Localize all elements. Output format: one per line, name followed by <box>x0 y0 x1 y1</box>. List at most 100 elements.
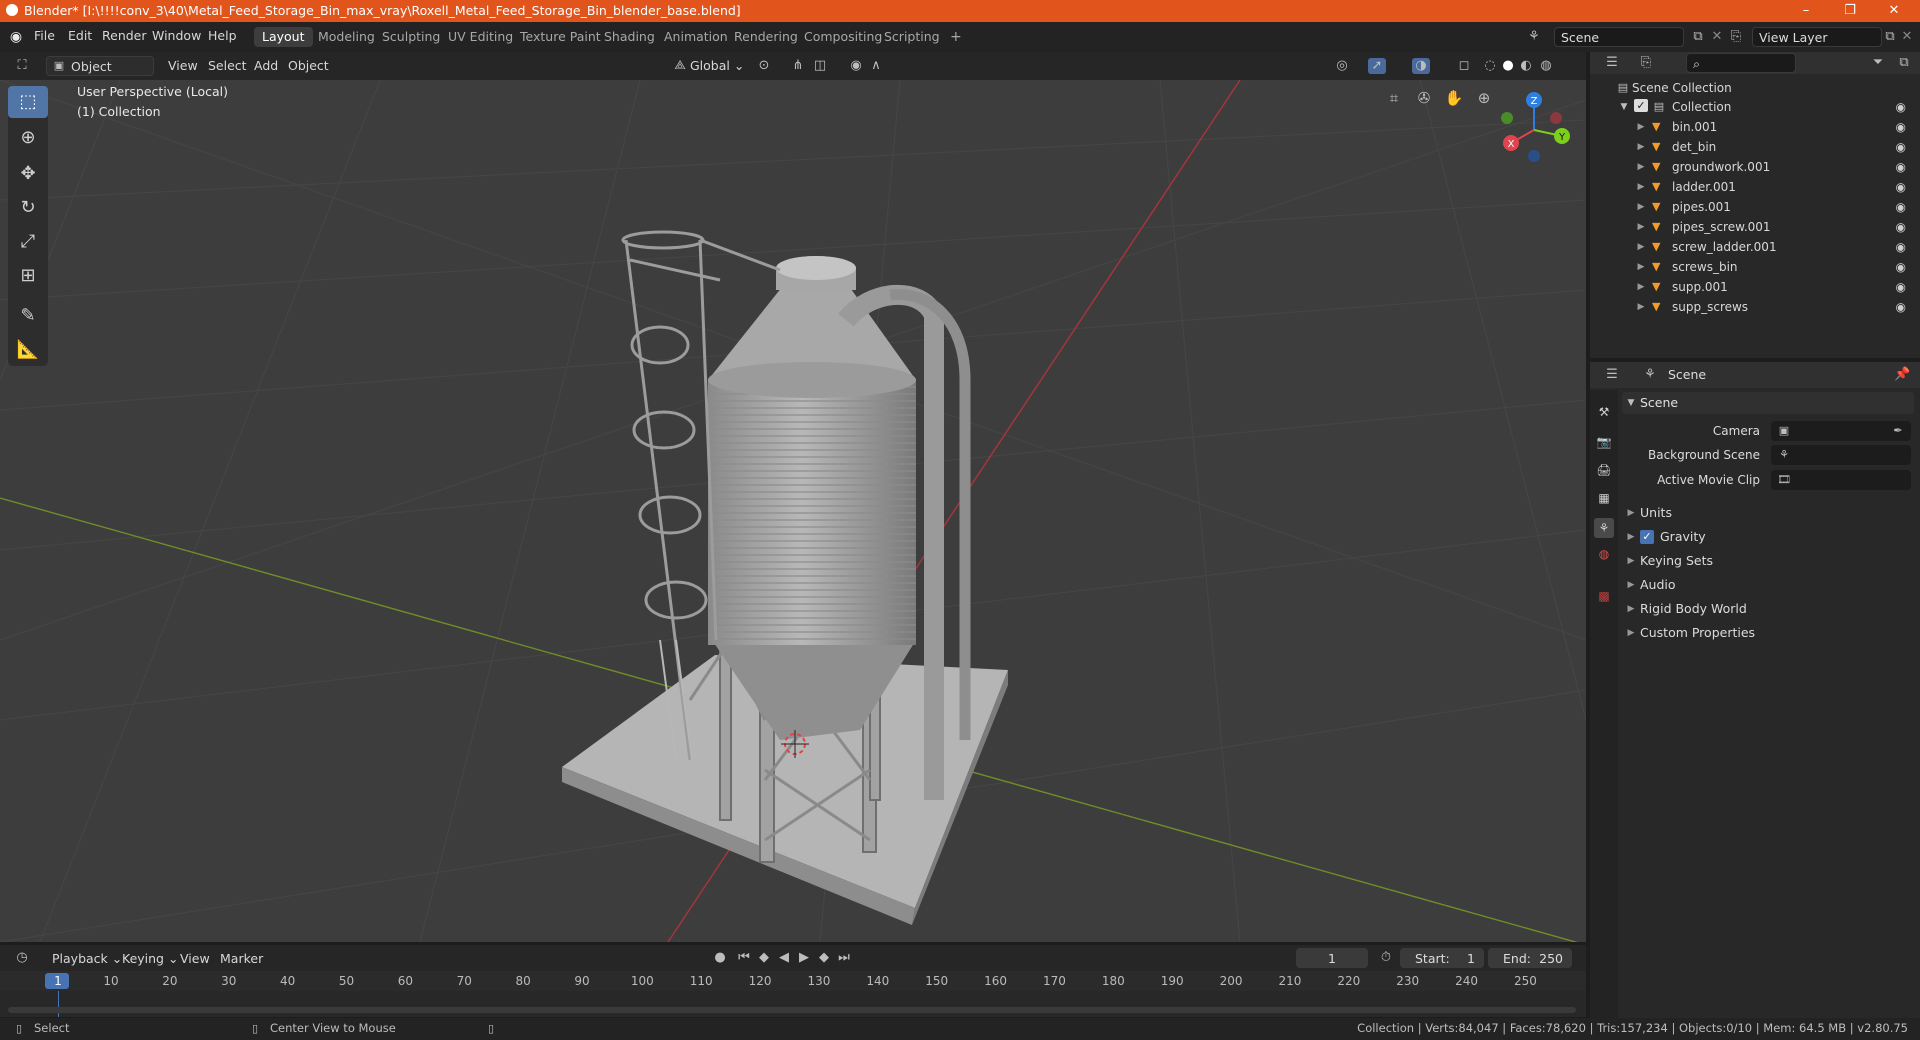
eyedropper-icon[interactable]: ✒ <box>1891 423 1905 439</box>
expand-arrow-icon[interactable]: ▶ <box>1636 199 1646 215</box>
eye-icon[interactable]: ◉ <box>1896 277 1906 297</box>
menu-marker[interactable]: Marker <box>214 949 269 969</box>
new-scene-icon[interactable]: ⧉ <box>1690 29 1706 45</box>
select-box-icon[interactable]: ⬚ <box>8 86 48 118</box>
proportional-edit-icon[interactable]: ◉ <box>848 58 864 74</box>
overlay-toggle-icon[interactable]: ◑ <box>1412 58 1430 74</box>
annotate-icon[interactable]: ✎ <box>8 300 48 332</box>
rotate-icon[interactable]: ↻ <box>8 192 48 224</box>
scene-tab-icon[interactable]: ⚘ <box>1594 518 1614 538</box>
expand-arrow-icon[interactable]: ▶ <box>1636 259 1646 275</box>
tab-texture-paint[interactable]: Texture Paint <box>512 27 609 47</box>
rendered-shading-icon[interactable]: ◍ <box>1538 58 1554 74</box>
eye-icon[interactable]: ◉ <box>1896 237 1906 257</box>
timeline-scrollbar[interactable] <box>8 1007 1576 1013</box>
outliner-scene-collection[interactable]: ▤ Scene Collection <box>1590 78 1920 98</box>
preview-range-icon[interactable]: ⏱ <box>1378 950 1394 966</box>
blender-menu-icon[interactable]: ◉ <box>8 29 24 45</box>
expand-arrow-icon[interactable]: ▶ <box>1636 279 1646 295</box>
snap-target-icon[interactable]: ◫ <box>812 58 828 74</box>
prev-keyframe-icon[interactable]: ◆ <box>756 950 772 966</box>
jump-end-icon[interactable]: ⏭ <box>836 950 852 966</box>
scale-icon[interactable]: ⤢ <box>8 226 48 258</box>
outliner-object-row[interactable]: ▶ ▼ groundwork.001 ◉ <box>1590 157 1920 177</box>
expand-arrow-icon[interactable]: ▶ <box>1636 239 1646 255</box>
properties-section-header[interactable]: ▶ Units <box>1622 502 1914 524</box>
snap-icon[interactable]: ⋔ <box>790 58 806 74</box>
checkbox-icon[interactable]: ✓ <box>1640 530 1654 544</box>
outliner-editor-icon[interactable]: ☰ <box>1600 55 1624 71</box>
eye-icon[interactable]: ◉ <box>1896 217 1906 237</box>
material-shading-icon[interactable]: ◐ <box>1518 58 1534 74</box>
filter-icon[interactable]: ⏷ <box>1866 55 1890 71</box>
outliner-collection[interactable]: ▼ ✓ ▤ Collection ◉ <box>1590 97 1920 117</box>
background-scene-field[interactable]: ⚘ <box>1771 445 1911 465</box>
eye-icon[interactable]: ◉ <box>1896 177 1906 197</box>
pivot-icon[interactable]: ⊙ <box>756 58 772 74</box>
properties-section-header[interactable]: ▶ ✓ Gravity <box>1622 526 1914 548</box>
expand-arrow-icon[interactable]: ▶ <box>1636 219 1646 235</box>
eye-icon[interactable]: ◉ <box>1896 97 1906 117</box>
menu-select[interactable]: Select <box>202 56 253 76</box>
eye-icon[interactable]: ◉ <box>1896 257 1906 277</box>
eye-icon[interactable]: ◉ <box>1896 137 1906 157</box>
outliner-object-row[interactable]: ▶ ▼ pipes.001 ◉ <box>1590 197 1920 217</box>
remove-scene-icon[interactable]: ✕ <box>1710 29 1724 45</box>
tab-scripting[interactable]: Scripting <box>876 27 948 47</box>
menu-window[interactable]: Window <box>152 28 201 43</box>
expand-arrow-icon[interactable]: ▶ <box>1636 159 1646 175</box>
menu-file[interactable]: File <box>34 28 55 43</box>
pan-hand-icon[interactable]: ✋ <box>1444 90 1464 106</box>
display-mode-icon[interactable]: ⎘ <box>1634 55 1658 71</box>
close-button[interactable]: ✕ <box>1872 0 1916 22</box>
expand-arrow-icon[interactable]: ▶ <box>1636 299 1646 315</box>
wireframe-shading-icon[interactable]: ◌ <box>1482 58 1498 74</box>
maximize-button[interactable]: ❐ <box>1828 0 1872 22</box>
timeline-track-area[interactable] <box>0 991 1586 1017</box>
expand-arrow-icon[interactable]: ▶ <box>1636 179 1646 195</box>
outliner-object-row[interactable]: ▶ ▼ det_bin ◉ <box>1590 137 1920 157</box>
move-icon[interactable]: ✥ <box>8 158 48 190</box>
visibility-icon[interactable]: ◎ <box>1334 58 1350 74</box>
remove-view-layer-icon[interactable]: ✕ <box>1900 29 1914 45</box>
menu-timeline-view[interactable]: View <box>174 949 216 969</box>
properties-editor-icon[interactable]: ☰ <box>1600 367 1624 383</box>
tab-rendering[interactable]: Rendering <box>726 27 806 47</box>
texture-tab-icon[interactable]: ▩ <box>1596 588 1612 604</box>
menu-add[interactable]: Add <box>248 56 284 76</box>
outliner-object-row[interactable]: ▶ ▼ screws_bin ◉ <box>1590 257 1920 277</box>
add-workspace-button[interactable]: + <box>942 27 970 47</box>
properties-section-header[interactable]: ▶ Keying Sets <box>1622 550 1914 572</box>
minimize-button[interactable]: – <box>1784 0 1828 22</box>
tab-layout[interactable]: Layout <box>254 27 313 47</box>
world-tab-icon[interactable]: ◍ <box>1596 546 1612 562</box>
outliner-object-row[interactable]: ▶ ▼ supp_screws ◉ <box>1590 297 1920 317</box>
editor-type-icon[interactable]: ⛶ <box>12 58 32 74</box>
view-layer-tab-icon[interactable]: ▦ <box>1596 490 1612 506</box>
properties-section-header[interactable]: ▶ Custom Properties <box>1622 622 1914 644</box>
scene-selector[interactable]: Scene <box>1554 27 1684 47</box>
outliner-object-row[interactable]: ▶ ▼ ladder.001 ◉ <box>1590 177 1920 197</box>
scene-panel-header[interactable]: ▼ Scene <box>1622 392 1914 414</box>
zoom-icon[interactable]: ⊕ <box>1474 90 1494 106</box>
camera-field[interactable]: ▣ ✒ <box>1771 421 1911 441</box>
play-icon[interactable]: ▶ <box>796 950 812 966</box>
eye-icon[interactable]: ◉ <box>1896 197 1906 217</box>
pin-icon[interactable]: 📌 <box>1894 367 1910 383</box>
silo-model[interactable] <box>562 230 1008 925</box>
tab-shading[interactable]: Shading <box>596 27 663 47</box>
expand-arrow-icon[interactable]: ▶ <box>1636 139 1646 155</box>
outliner-object-row[interactable]: ▶ ▼ bin.001 ◉ <box>1590 117 1920 137</box>
outliner-search-input[interactable]: ⌕ <box>1686 53 1796 73</box>
grid-view-icon[interactable]: ⌗ <box>1384 90 1404 106</box>
xray-icon[interactable]: ◻ <box>1456 58 1472 74</box>
menu-object[interactable]: Object <box>282 56 335 76</box>
timeline-ruler[interactable]: 1 10 20 30 40 50 60 70 80 90 100 110 120 130 140 150 160… <box>0 971 1586 991</box>
properties-section-header[interactable]: ▶ Rigid Body World <box>1622 598 1914 620</box>
play-reverse-icon[interactable]: ◀ <box>776 950 792 966</box>
measure-icon[interactable]: 📐 <box>8 334 48 366</box>
solid-shading-icon[interactable]: ● <box>1500 58 1516 74</box>
outliner-object-row[interactable]: ▶ ▼ screw_ladder.001 ◉ <box>1590 237 1920 257</box>
tab-sculpting[interactable]: Sculpting <box>374 27 448 47</box>
cursor-icon[interactable]: ⊕ <box>8 122 48 154</box>
